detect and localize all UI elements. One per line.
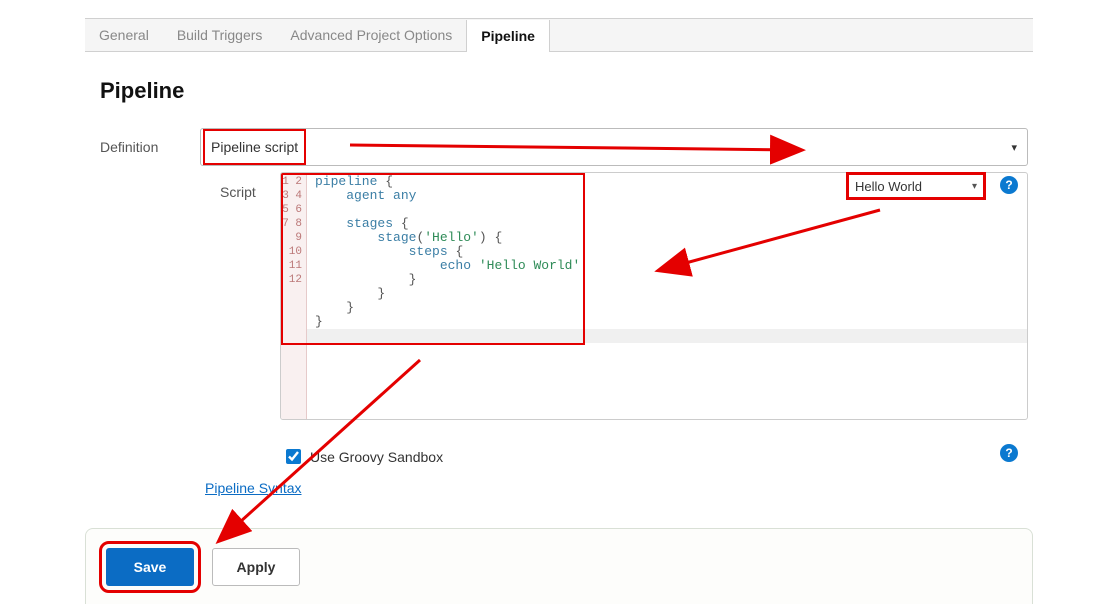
definition-label: Definition (100, 139, 200, 155)
chevron-down-icon: ▾ (1011, 141, 1017, 154)
sample-script-select[interactable]: Hello World ▾ (846, 172, 986, 200)
pipeline-syntax-link[interactable]: Pipeline Syntax (205, 480, 302, 496)
config-tabs: General Build Triggers Advanced Project … (85, 18, 1033, 52)
script-row: Script 1 2 3 4 5 6 7 8 9 10 11 12 pipeli… (100, 172, 1028, 420)
tab-pipeline[interactable]: Pipeline (466, 20, 550, 52)
help-icon[interactable]: ? (1000, 176, 1018, 194)
help-icon[interactable]: ? (1000, 444, 1018, 462)
sample-selected: Hello World (855, 179, 922, 194)
editor-gutter: 1 2 3 4 5 6 7 8 9 10 11 12 (281, 173, 307, 419)
definition-row: Definition Pipeline script ▾ (100, 128, 1028, 166)
sandbox-row: Use Groovy Sandbox (282, 446, 443, 467)
definition-selected: Pipeline script (211, 137, 298, 157)
save-button[interactable]: Save (106, 548, 194, 586)
tab-general[interactable]: General (85, 19, 163, 51)
footer-bar: Save Apply (85, 528, 1033, 604)
chevron-down-icon: ▾ (972, 181, 977, 192)
apply-button[interactable]: Apply (212, 548, 300, 586)
section-title: Pipeline (100, 78, 184, 104)
definition-select[interactable]: Pipeline script ▾ (200, 128, 1028, 166)
sandbox-label: Use Groovy Sandbox (310, 449, 443, 465)
tab-build-triggers[interactable]: Build Triggers (163, 19, 277, 51)
script-label: Script (100, 172, 280, 420)
groovy-sandbox-checkbox[interactable] (286, 449, 301, 464)
script-editor[interactable]: 1 2 3 4 5 6 7 8 9 10 11 12 pipeline { ag… (280, 172, 1028, 420)
tab-advanced-options[interactable]: Advanced Project Options (276, 19, 466, 51)
